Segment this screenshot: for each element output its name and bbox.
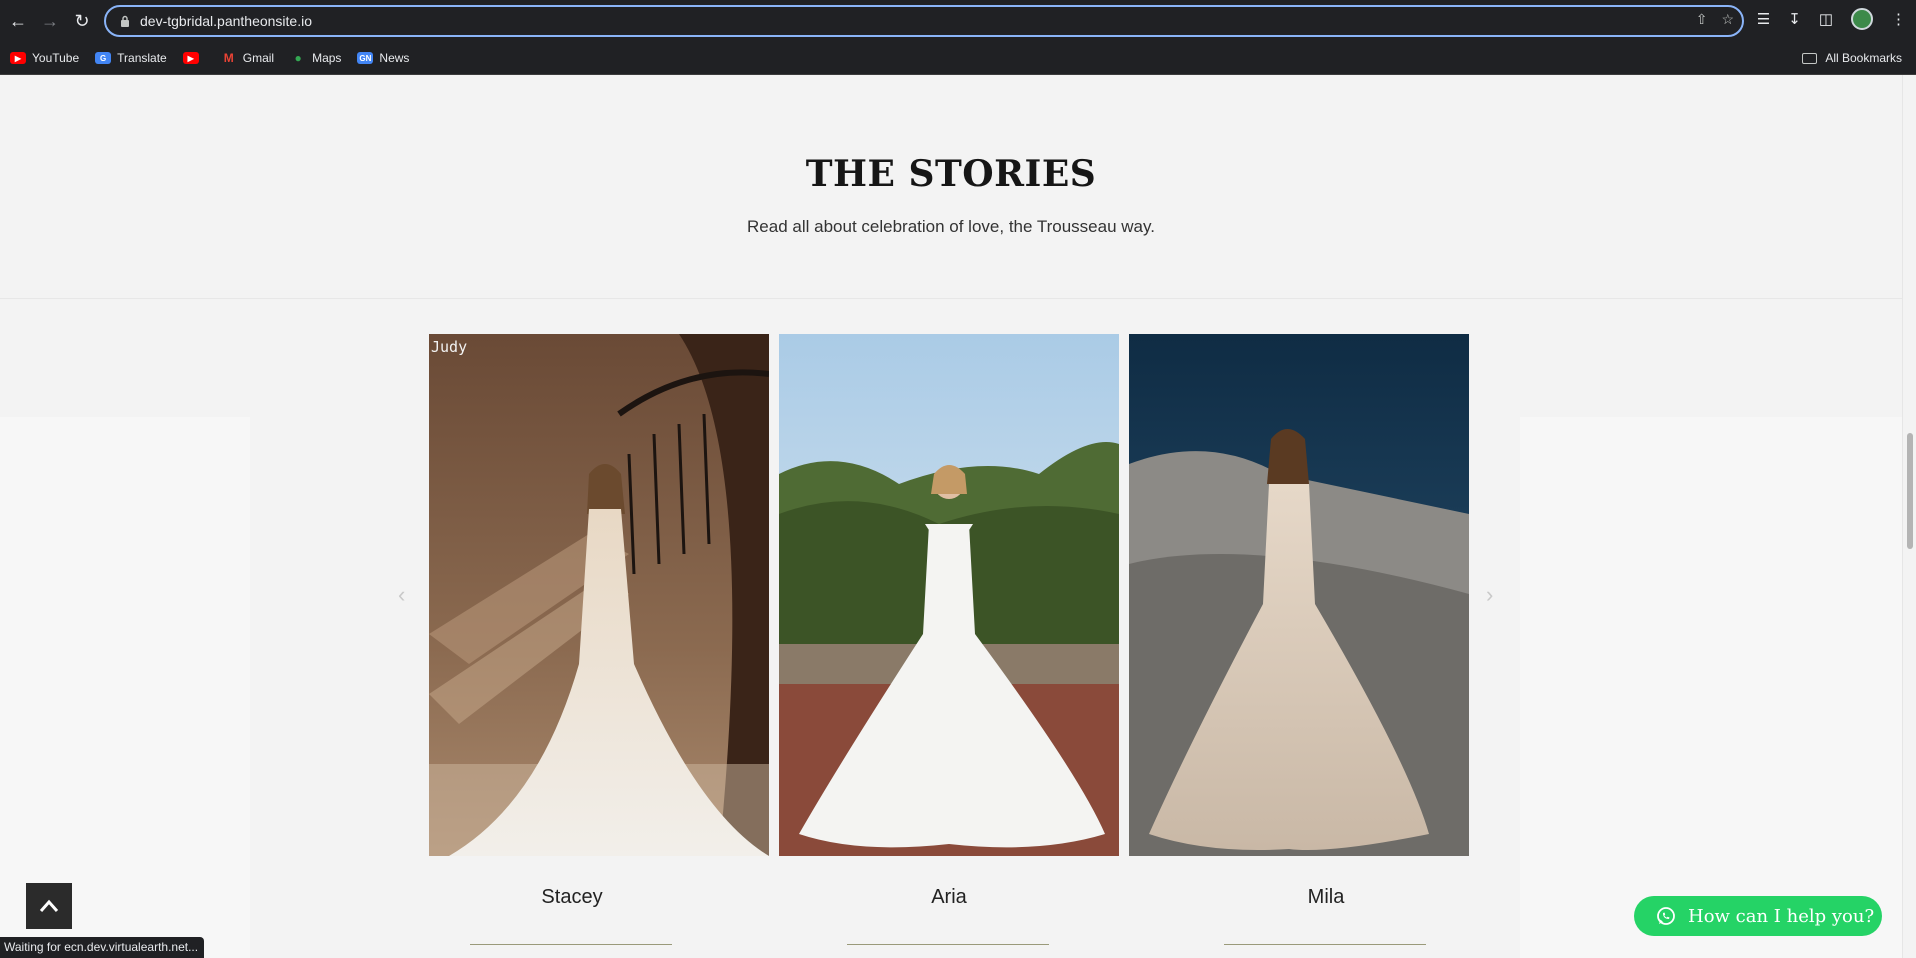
mila-photo [1129, 334, 1469, 856]
youtube-icon: ▶ [182, 52, 199, 64]
bookmark-label: News [379, 51, 410, 65]
aria-photo [779, 334, 1119, 856]
status-bar: Waiting for ecn.dev.virtualearth.net... [0, 937, 205, 958]
story-underline [470, 944, 672, 945]
url-text[interactable]: dev-tgbridal.pantheonsite.io [140, 13, 312, 29]
reload-icon[interactable]: ↻ [68, 7, 96, 35]
bookmark-label: Translate [117, 51, 167, 65]
gmail-icon: M [223, 51, 234, 65]
share-icon[interactable]: ⇧ [1696, 11, 1708, 28]
address-bar[interactable]: dev-tgbridal.pantheonsite.io ⇧ ☆ [104, 5, 1744, 37]
story-name[interactable]: Aria [779, 886, 1119, 909]
browser-toolbar: ← → ↻ dev-tgbridal.pantheonsite.io ⇧ ☆ ☰… [0, 0, 1916, 42]
translate-icon: G [95, 52, 112, 64]
scrollbar-thumb[interactable] [1907, 433, 1913, 549]
story-name[interactable]: Stacey [402, 886, 742, 909]
media-icon[interactable]: ☰ [1757, 10, 1770, 28]
forward-arrow-icon[interactable]: → [36, 7, 64, 35]
bookmark-translate[interactable]: G Translate [95, 51, 167, 65]
news-icon: GN [357, 52, 374, 64]
stacey-photo [429, 334, 769, 856]
image-overlay-label: Judy [431, 338, 468, 356]
download-icon[interactable]: ↧ [1788, 10, 1801, 28]
story-card-image[interactable] [1129, 334, 1469, 856]
bookmarks-bar: ▶ YouTube G Translate ▶ M Gmail ● Maps G… [0, 42, 1916, 75]
bookmark-star-icon[interactable]: ☆ [1721, 11, 1734, 28]
bookmark-youtube-2[interactable]: ▶ [182, 52, 205, 64]
section-subtitle: Read all about celebration of love, the … [747, 217, 1155, 236]
whatsapp-icon [1657, 907, 1675, 925]
folder-icon [1802, 52, 1818, 64]
page-content: THE STORIES Read all about celebration o… [0, 75, 1902, 958]
section-title: THE STORIES [805, 153, 1097, 195]
back-arrow-icon[interactable]: ← [4, 7, 32, 35]
bookmark-youtube[interactable]: ▶ YouTube [10, 51, 79, 65]
back-to-top-button[interactable] [26, 883, 72, 929]
lock-icon [118, 14, 132, 28]
youtube-icon: ▶ [10, 52, 26, 64]
bookmark-gmail[interactable]: M Gmail [221, 51, 274, 65]
bookmark-label: YouTube [32, 51, 80, 65]
story-name[interactable]: Mila [1156, 886, 1496, 909]
carousel-prev-icon[interactable]: ‹ [398, 582, 405, 608]
chat-label: How can I help you? [1688, 905, 1875, 927]
bookmark-news[interactable]: GN News [357, 51, 409, 65]
maps-icon: ● [294, 51, 302, 65]
story-underline [1224, 944, 1426, 945]
profile-avatar[interactable] [1851, 8, 1873, 30]
bookmark-maps[interactable]: ● Maps [290, 51, 341, 65]
story-underline [847, 944, 1049, 945]
all-bookmarks-label: All Bookmarks [1825, 51, 1902, 65]
bookmark-label: Maps [312, 51, 342, 65]
story-card-image[interactable] [779, 334, 1119, 856]
story-card-image[interactable]: Judy [429, 334, 769, 856]
all-bookmarks-button[interactable]: All Bookmarks [1802, 51, 1902, 65]
bookmark-label: Gmail [242, 51, 275, 65]
side-panel-icon[interactable]: ◫ [1819, 10, 1833, 28]
whatsapp-chat-button[interactable]: How can I help you? [1634, 896, 1882, 936]
chevron-up-icon [39, 899, 59, 912]
menu-kebab-icon[interactable]: ⋮ [1891, 10, 1906, 28]
carousel-next-icon[interactable]: › [1486, 582, 1493, 608]
section-divider [0, 298, 1902, 299]
page-scrollbar[interactable] [1902, 75, 1916, 958]
